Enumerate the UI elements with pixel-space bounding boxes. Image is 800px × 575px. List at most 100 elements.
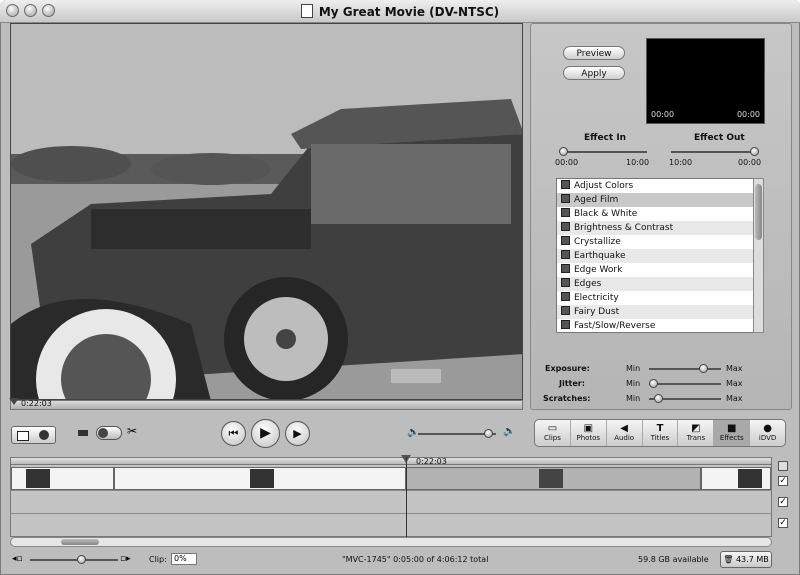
idvd-tab[interactable]: ● iDVD	[750, 420, 785, 446]
title-bar: My Great Movie (DV-NTSC)	[0, 0, 800, 23]
timeline-scrollbar[interactable]	[10, 537, 772, 547]
clips-icon: ▭	[547, 423, 558, 434]
effects-list-scrollbar[interactable]	[753, 178, 764, 333]
video-frame-car	[11, 24, 522, 399]
effect-in-min: 00:00	[555, 158, 579, 167]
volume-high-icon: 🔊	[503, 426, 516, 437]
jitter-slider[interactable]	[649, 383, 721, 385]
status-bar: ◂▫ ▫▸ Clip: 0% "MVC-1745" 0:05:00 of 4:0…	[0, 548, 800, 575]
effect-item[interactable]: Edge Work	[557, 263, 763, 277]
scissors-icon: ✂	[127, 424, 138, 438]
clip-speed-field[interactable]: 0%	[171, 553, 197, 565]
effect-out-slider[interactable]	[671, 151, 757, 153]
scrubber-playhead[interactable]	[9, 398, 19, 405]
viewer-timecode: 0:22:03	[21, 399, 52, 408]
timeline-view-icon	[39, 430, 49, 440]
photos-tab[interactable]: ▣ Photos	[571, 420, 607, 446]
effects-list[interactable]: Adjust Colors Aged Film Black & White Br…	[556, 178, 764, 333]
scratches-max: Max	[726, 394, 743, 403]
switch-knob[interactable]	[98, 428, 108, 438]
camera-edit-mode-switch[interactable]	[96, 426, 122, 440]
effects-icon: ■	[727, 423, 737, 434]
effect-item[interactable]: Fairy Dust	[557, 305, 763, 319]
track-divider	[10, 490, 772, 491]
scrollbar-thumb[interactable]	[755, 184, 762, 240]
timeline-playhead[interactable]	[406, 457, 407, 537]
effect-icon	[561, 236, 570, 245]
fullscreen-play-icon: ▶	[293, 427, 302, 440]
effect-item[interactable]: Crystallize	[557, 235, 763, 249]
audio-icon: ◀	[620, 423, 628, 434]
audio-track-1-checkbox[interactable]: ✓	[778, 497, 788, 507]
effect-item[interactable]: Fast/Slow/Reverse	[557, 319, 763, 332]
scratches-knob[interactable]	[653, 394, 663, 403]
clip-thumbnail	[26, 469, 50, 488]
play-button[interactable]: ▶	[251, 419, 280, 448]
clip-timeline-toggle[interactable]	[11, 426, 56, 444]
effect-icon	[561, 208, 570, 217]
apply-button[interactable]: Apply	[563, 66, 625, 80]
effect-item[interactable]: Electricity	[557, 291, 763, 305]
effect-item[interactable]: Earthquake	[557, 249, 763, 263]
exposure-max: Max	[726, 364, 743, 373]
effect-icon	[561, 306, 570, 315]
exposure-knob[interactable]	[699, 364, 708, 373]
scratches-min: Min	[626, 394, 641, 403]
timeline-clip[interactable]	[11, 467, 114, 490]
disk-space: 59.8 GB available	[638, 555, 709, 564]
effect-preview-window: 00:00 00:00	[646, 38, 765, 124]
timeline-scroll-up-icon[interactable]	[778, 461, 788, 471]
volume-knob[interactable]	[484, 429, 494, 438]
jitter-knob[interactable]	[648, 379, 658, 388]
pane-toolbar: ▭ Clips ▣ Photos ◀ Audio T Titles ◩ Trans ■ Ef…	[534, 419, 786, 447]
effect-item-selected[interactable]: Aged Film	[557, 193, 763, 207]
video-viewer	[10, 23, 523, 400]
exposure-slider[interactable]	[649, 368, 721, 370]
titles-icon: T	[656, 423, 664, 434]
timeline-zoom-slider[interactable]	[30, 559, 118, 561]
rewind-button[interactable]: ⏮	[221, 421, 246, 446]
effect-in-max: 10:00	[626, 158, 650, 167]
effect-out-knob[interactable]	[750, 147, 759, 156]
transitions-tab[interactable]: ◩ Trans	[678, 420, 715, 446]
effect-in-slider[interactable]	[561, 151, 647, 153]
timeline-ruler[interactable]	[10, 457, 772, 465]
effect-in-knob[interactable]	[559, 147, 568, 156]
effects-tab[interactable]: ■ Effects	[714, 420, 751, 446]
audio-tab[interactable]: ◀ Audio	[607, 420, 643, 446]
timeline-clip[interactable]	[114, 467, 406, 490]
fullscreen-play-button[interactable]: ▶	[285, 421, 310, 446]
preview-time-right: 00:00	[736, 110, 760, 119]
photos-icon: ▣	[583, 423, 594, 434]
effect-item[interactable]: Black & White	[557, 207, 763, 221]
jitter-min: Min	[626, 379, 641, 388]
clip-thumbnail	[250, 469, 274, 488]
effect-item[interactable]: Adjust Colors	[557, 179, 763, 193]
effects-panel: Preview Apply 00:00 00:00 Effect In Effe…	[530, 23, 792, 410]
clip-thumbnail	[539, 469, 563, 488]
viewer-scrubber[interactable]: 0:22:03	[9, 398, 523, 410]
scrollbar-thumb[interactable]	[61, 539, 99, 545]
timeline-clip-selected[interactable]	[406, 467, 701, 490]
timeline-zoom-knob[interactable]	[77, 555, 86, 564]
scratches-label: Scratches:	[543, 394, 591, 403]
effect-item[interactable]: Edges	[557, 277, 763, 291]
video-track-checkbox[interactable]: ✓	[778, 476, 788, 486]
preview-button[interactable]: Preview	[563, 46, 625, 60]
trash-button[interactable]: 🗑 43.7 MB	[720, 551, 772, 568]
track-divider	[10, 513, 772, 514]
effect-icon	[561, 250, 570, 259]
effect-icon	[561, 292, 570, 301]
effect-out-label: Effect Out	[694, 133, 745, 143]
clip-label: Clip:	[149, 555, 167, 564]
trash-icon: 🗑	[723, 555, 736, 564]
exposure-label: Exposure:	[545, 364, 590, 373]
zoom-in-icon: ▫▸	[120, 554, 131, 564]
clips-tab[interactable]: ▭ Clips	[535, 420, 571, 446]
effect-item[interactable]: Brightness & Contrast	[557, 221, 763, 235]
audio-track-2-checkbox[interactable]: ✓	[778, 518, 788, 528]
effect-icon	[561, 222, 570, 231]
titles-tab[interactable]: T Titles	[643, 420, 679, 446]
timeline-clip[interactable]	[701, 467, 771, 490]
clip-view-icon	[17, 431, 29, 441]
